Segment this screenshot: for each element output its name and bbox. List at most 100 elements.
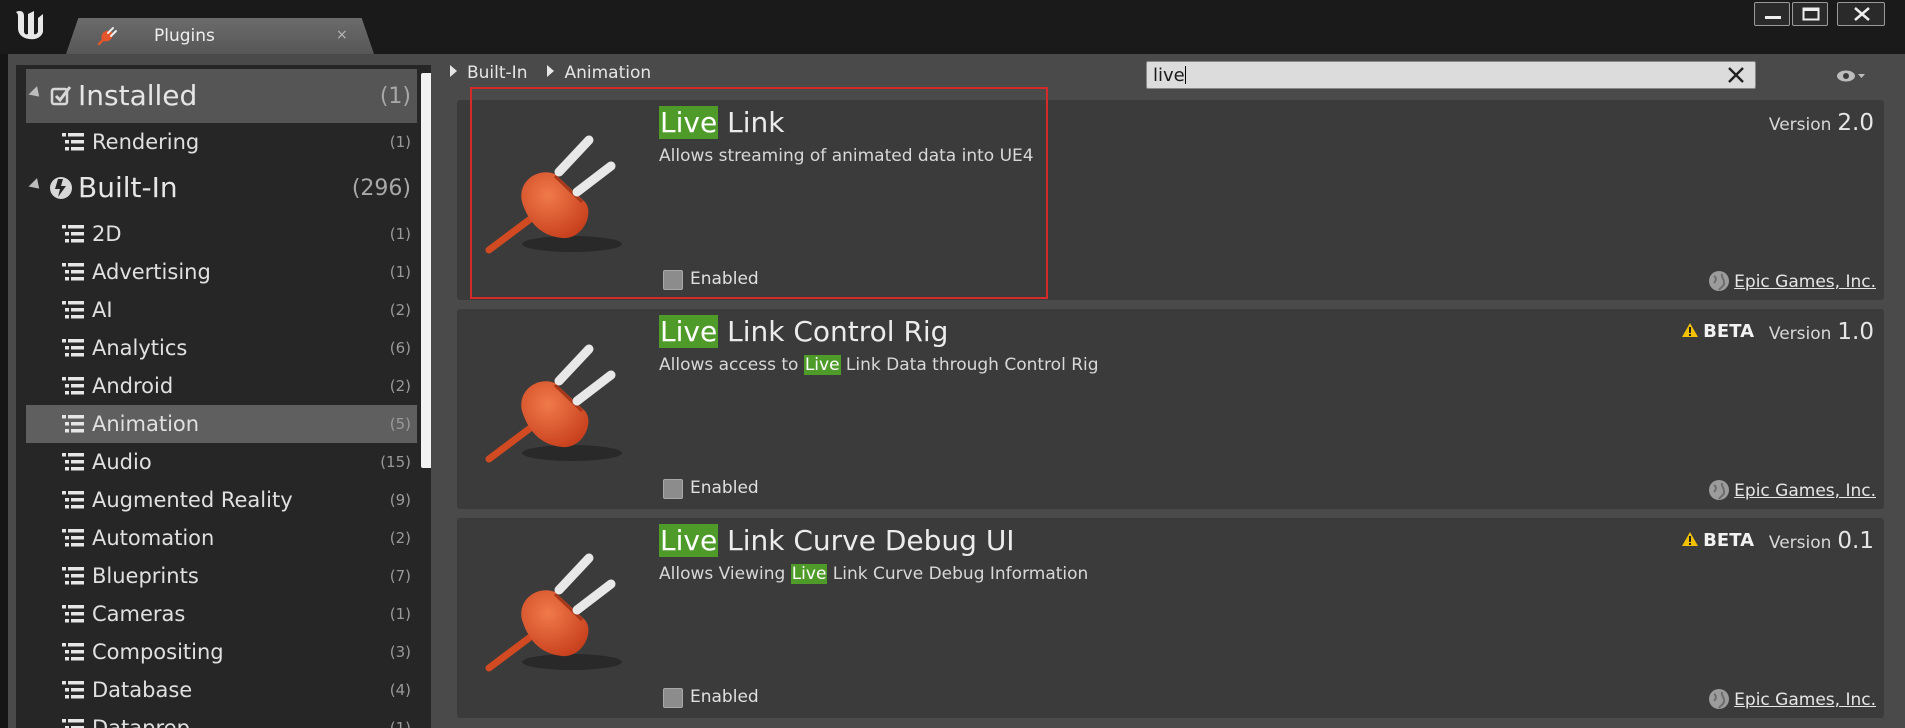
sidebar-item-label: Compositing	[92, 640, 224, 664]
sidebar-item-count: (3)	[389, 643, 411, 661]
tab-plugins[interactable]: Plugins ×	[66, 18, 374, 54]
plugin-version: Version 2.0	[1769, 110, 1874, 136]
expand-arrow-icon[interactable]	[28, 86, 44, 101]
plugin-card[interactable]: Live Link Control Rig Allows access to Li…	[457, 309, 1884, 509]
author-link[interactable]: Epic Games, Inc.	[1734, 690, 1876, 710]
sidebar-item-animation[interactable]: Animation (5)	[26, 405, 417, 443]
list-tree-icon	[62, 377, 84, 395]
checkbox[interactable]	[663, 479, 683, 499]
sidebar-item-2d[interactable]: 2D (1)	[26, 215, 417, 253]
list-tree-icon	[62, 263, 84, 281]
search-highlight: Live	[803, 355, 841, 375]
sidebar-item-count: (9)	[389, 491, 411, 509]
plugin-author[interactable]: Epic Games, Inc.	[1708, 270, 1876, 292]
category-built-in[interactable]: Built-In (296)	[26, 161, 417, 215]
plugin-card[interactable]: Live Link Curve Debug UI Allows Viewing L…	[457, 518, 1884, 718]
list-tree-icon	[62, 491, 84, 509]
plugin-author[interactable]: Epic Games, Inc.	[1708, 479, 1876, 501]
version-label: Version	[1768, 533, 1832, 553]
version-label: Version	[1768, 324, 1832, 344]
list-tree-icon	[62, 529, 84, 547]
breadcrumb-arrow-icon[interactable]	[547, 65, 555, 77]
sidebar-item-compositing[interactable]: Compositing (3)	[26, 633, 417, 671]
sidebar-item-label: Rendering	[92, 130, 200, 154]
plugin-author[interactable]: Epic Games, Inc.	[1708, 688, 1876, 710]
view-options-eye-icon[interactable]	[1836, 66, 1866, 86]
breadcrumb-arrow-icon[interactable]	[450, 65, 457, 77]
sidebar-item-count: (1)	[389, 133, 411, 151]
sidebar-item-rendering[interactable]: Rendering (1)	[26, 123, 417, 161]
sidebar-item-blueprints[interactable]: Blueprints (7)	[26, 557, 417, 595]
sidebar-scrollbar[interactable]	[421, 73, 431, 468]
category-label: Built-In	[78, 171, 178, 204]
sidebar-item-label: Advertising	[92, 260, 211, 284]
list-tree-icon	[62, 643, 84, 661]
list-tree-icon	[62, 225, 84, 243]
category-list: Installed (1) Rendering (1) Built-In (296) 2D (…	[26, 65, 417, 728]
author-link[interactable]: Epic Games, Inc.	[1734, 272, 1876, 292]
description-text: Allows Viewing	[659, 564, 791, 584]
sidebar-item-ai[interactable]: AI (2)	[26, 291, 417, 329]
sidebar-item-database[interactable]: Database (4)	[26, 671, 417, 709]
plugin-version: Version 0.1	[1769, 528, 1874, 554]
version-label: Version	[1768, 115, 1832, 135]
plugin-version: Version 1.0	[1769, 319, 1874, 345]
search-input[interactable]: live	[1153, 65, 1186, 86]
sidebar-item-cameras[interactable]: Cameras (1)	[26, 595, 417, 633]
sidebar-item-audio[interactable]: Audio (15)	[26, 443, 417, 481]
clear-search-icon[interactable]	[1727, 66, 1745, 84]
close-window-button[interactable]	[1837, 2, 1885, 26]
sidebar-item-count: (4)	[389, 681, 411, 699]
description-text: Allows access to	[659, 355, 804, 375]
plugin-card[interactable]: Live Link Allows streaming of animated da…	[457, 100, 1884, 300]
sidebar-item-augmented-reality[interactable]: Augmented Reality (9)	[26, 481, 417, 519]
enabled-label: Enabled	[690, 687, 759, 707]
category-sidebar: Installed (1) Rendering (1) Built-In (296) 2D (…	[16, 65, 431, 728]
beta-label: BETA	[1703, 530, 1754, 551]
close-icon	[1854, 7, 1870, 21]
sidebar-item-count: (2)	[389, 377, 411, 395]
plug-icon	[485, 344, 622, 463]
checkbox[interactable]	[663, 688, 683, 708]
tab-close-button[interactable]: ×	[336, 27, 348, 43]
sidebar-item-count: (6)	[389, 339, 411, 357]
list-tree-icon	[62, 719, 84, 728]
breadcrumb-item[interactable]: Built-In	[467, 63, 527, 83]
sidebar-item-label: Cameras	[92, 602, 186, 626]
sidebar-item-android[interactable]: Android (2)	[26, 367, 417, 405]
version-number: 1.0	[1837, 319, 1874, 345]
author-link[interactable]: Epic Games, Inc.	[1734, 481, 1876, 501]
plugin-title-rest: Link	[718, 106, 785, 139]
plugin-description: Allows Viewing Live Link Curve Debug Inf…	[659, 564, 1088, 584]
list-tree-icon	[62, 415, 84, 433]
search-highlight: Live	[659, 315, 719, 348]
sidebar-item-automation[interactable]: Automation (2)	[26, 519, 417, 557]
maximize-icon	[1802, 7, 1820, 21]
beta-badge: BETA	[1681, 321, 1754, 342]
sidebar-item-advertising[interactable]: Advertising (1)	[26, 253, 417, 291]
category-count: (1)	[379, 84, 411, 109]
breadcrumb-item[interactable]: Animation	[564, 63, 651, 83]
sidebar-item-label: Analytics	[92, 336, 188, 360]
built-in-icon	[50, 177, 72, 199]
sidebar-item-label: AI	[92, 298, 113, 322]
plugin-title-rest: Link Curve Debug UI	[718, 524, 1015, 557]
list-tree-icon	[62, 453, 84, 471]
sidebar-item-dataprep[interactable]: Dataprep (1)	[26, 709, 417, 728]
checkbox[interactable]	[663, 270, 683, 290]
plugin-description: Allows streaming of animated data into U…	[659, 146, 1034, 166]
minimize-icon	[1765, 16, 1781, 19]
title-bar: Plugins ×	[0, 0, 1905, 54]
beta-label: BETA	[1703, 321, 1754, 342]
sidebar-item-count: (7)	[389, 567, 411, 585]
breadcrumb: Built-In Animation	[450, 63, 671, 87]
expand-arrow-icon[interactable]	[28, 178, 44, 193]
beta-badge: BETA	[1681, 530, 1754, 551]
search-box[interactable]: live	[1146, 61, 1756, 89]
minimize-button[interactable]	[1754, 2, 1790, 26]
sidebar-item-analytics[interactable]: Analytics (6)	[26, 329, 417, 367]
maximize-button[interactable]	[1792, 2, 1828, 26]
category-installed[interactable]: Installed (1)	[26, 69, 417, 123]
search-highlight: Live	[659, 524, 719, 557]
plugin-title: Live Link	[659, 106, 784, 139]
